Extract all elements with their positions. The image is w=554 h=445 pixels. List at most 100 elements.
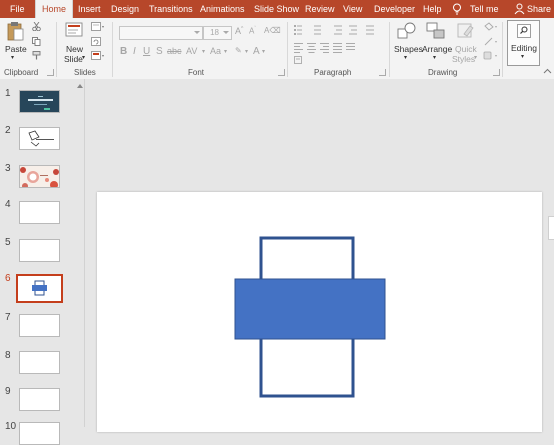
decrease-font-size-icon[interactable]: Aˇ: [249, 26, 256, 36]
shape-outline-icon[interactable]: [483, 37, 499, 47]
clear-formatting-icon[interactable]: A⌫: [264, 26, 281, 35]
strikethrough-icon[interactable]: abc: [167, 46, 182, 56]
slide-number: 5: [5, 237, 11, 248]
quick-styles-label-line2[interactable]: Styles: [452, 54, 475, 64]
tab-view[interactable]: View: [343, 0, 362, 18]
drawing-group-label: Drawing: [428, 68, 458, 77]
slide-thumbnail-2[interactable]: [19, 127, 60, 150]
arrange-icon[interactable]: [426, 22, 446, 40]
lightbulb-icon: [453, 3, 461, 15]
slide-thumbnail-3[interactable]: [19, 165, 60, 188]
tab-home[interactable]: Home: [35, 0, 74, 18]
search-icon: [517, 24, 531, 38]
shape-effects-icon[interactable]: [483, 51, 499, 61]
scrollbar-thumb[interactable]: [548, 216, 554, 240]
tab-review[interactable]: Review: [305, 0, 335, 18]
slide-thumbnail-5[interactable]: [19, 239, 60, 262]
horizontal-rectangle-shape[interactable]: [234, 278, 386, 340]
slide-thumbnail-10[interactable]: [19, 422, 60, 445]
paste-dropdown-icon[interactable]: ▾: [11, 54, 14, 61]
change-case-icon[interactable]: Aa: [210, 46, 221, 56]
clipboard-dialog-launcher[interactable]: [47, 69, 54, 76]
shape-fill-icon[interactable]: [483, 22, 499, 32]
chevron-down-icon: [194, 31, 200, 34]
slide-thumbnail-4[interactable]: [19, 201, 60, 224]
slide-3-preview: [20, 166, 59, 187]
underline-icon[interactable]: U: [143, 46, 150, 57]
tab-help[interactable]: Help: [423, 0, 442, 18]
ribbon-tab-bar: File Home Insert Design Transitions Anim…: [0, 0, 554, 18]
slide-thumbnail-8[interactable]: [19, 351, 60, 374]
cut-icon[interactable]: [32, 22, 41, 31]
increase-font-size-icon[interactable]: A^: [235, 26, 243, 36]
arrange-button-label[interactable]: Arrange: [422, 44, 452, 54]
shapes-button-label[interactable]: Shapes: [394, 44, 423, 54]
canvas-scrollbar[interactable]: [546, 79, 554, 427]
thumbnail-scrollbar[interactable]: [75, 79, 85, 427]
editing-button[interactable]: Editing ▾: [507, 20, 540, 66]
ribbon: Paste ▾ Clipboard New Slide ▾ Slides 18 …: [0, 18, 554, 80]
italic-icon[interactable]: I: [133, 46, 136, 57]
quick-styles-label-line1[interactable]: Quick: [455, 44, 477, 54]
shadow-icon[interactable]: S: [156, 46, 163, 57]
slide-canvas[interactable]: [97, 192, 542, 432]
scroll-up-icon[interactable]: [77, 84, 83, 88]
font-size-combobox[interactable]: 18: [203, 26, 232, 40]
new-slide-icon[interactable]: [65, 21, 83, 39]
chevron-down-icon[interactable]: ▾: [474, 54, 477, 61]
paragraph-dialog-launcher[interactable]: [379, 69, 386, 76]
tab-developer[interactable]: Developer: [374, 0, 415, 18]
chevron-down-icon[interactable]: ▾: [433, 54, 436, 61]
separator: [287, 22, 288, 77]
copy-icon[interactable]: [32, 37, 41, 46]
layout-icon[interactable]: [91, 22, 105, 32]
separator: [502, 22, 503, 77]
format-painter-icon[interactable]: [32, 51, 41, 60]
reset-icon[interactable]: [91, 37, 101, 47]
slide-thumbnail-1[interactable]: [19, 90, 60, 113]
drawing-dialog-launcher[interactable]: [493, 69, 500, 76]
slide-thumbnail-6-selected[interactable]: [16, 274, 63, 303]
tell-me-search[interactable]: Tell me: [470, 0, 499, 18]
chevron-down-icon[interactable]: ▾: [224, 48, 227, 55]
paste-button-label[interactable]: Paste: [5, 44, 27, 54]
character-spacing-icon[interactable]: AV: [186, 46, 197, 56]
quick-styles-icon[interactable]: [456, 22, 476, 40]
tab-design[interactable]: Design: [111, 0, 139, 18]
person-icon: [514, 3, 525, 15]
clipboard-group-label: Clipboard: [4, 68, 39, 77]
slide-content: [234, 236, 386, 398]
slide-1-preview: [20, 91, 59, 112]
separator: [56, 22, 57, 77]
slide-number: 4: [5, 199, 11, 210]
slide-thumbnail-9[interactable]: [19, 388, 60, 411]
tab-animations[interactable]: Animations: [200, 0, 245, 18]
new-slide-label-line2[interactable]: Slide: [64, 54, 83, 64]
tab-file[interactable]: File: [10, 0, 25, 18]
bold-icon[interactable]: B: [120, 46, 127, 57]
font-color-icon[interactable]: A: [253, 46, 260, 57]
chevron-down-icon[interactable]: ▾: [404, 54, 407, 61]
slide-number: 8: [5, 350, 11, 361]
font-name-combobox[interactable]: [119, 26, 203, 40]
separator: [112, 22, 113, 77]
chevron-down-icon[interactable]: ▾: [202, 48, 205, 55]
chevron-down-icon[interactable]: ▾: [245, 48, 248, 55]
slide-thumbnail-7[interactable]: [19, 314, 60, 337]
highlight-icon[interactable]: ✎: [235, 46, 242, 55]
paste-icon[interactable]: [6, 21, 24, 41]
chevron-down-icon: ▾: [521, 54, 525, 60]
slides-group-label: Slides: [74, 68, 96, 77]
list-buttons-row: [294, 25, 374, 35]
new-slide-label-line1[interactable]: New: [66, 44, 83, 54]
new-slide-dropdown-icon[interactable]: ▾: [82, 54, 85, 61]
shapes-icon[interactable]: [397, 22, 417, 40]
tab-transitions[interactable]: Transitions: [149, 0, 193, 18]
chevron-down-icon[interactable]: ▾: [262, 48, 265, 55]
tab-insert[interactable]: Insert: [78, 0, 101, 18]
collapse-ribbon-icon[interactable]: [543, 68, 552, 74]
share-button[interactable]: Share: [527, 0, 551, 18]
tab-slide-show[interactable]: Slide Show: [254, 0, 299, 18]
section-icon[interactable]: [91, 51, 105, 61]
font-dialog-launcher[interactable]: [278, 69, 285, 76]
